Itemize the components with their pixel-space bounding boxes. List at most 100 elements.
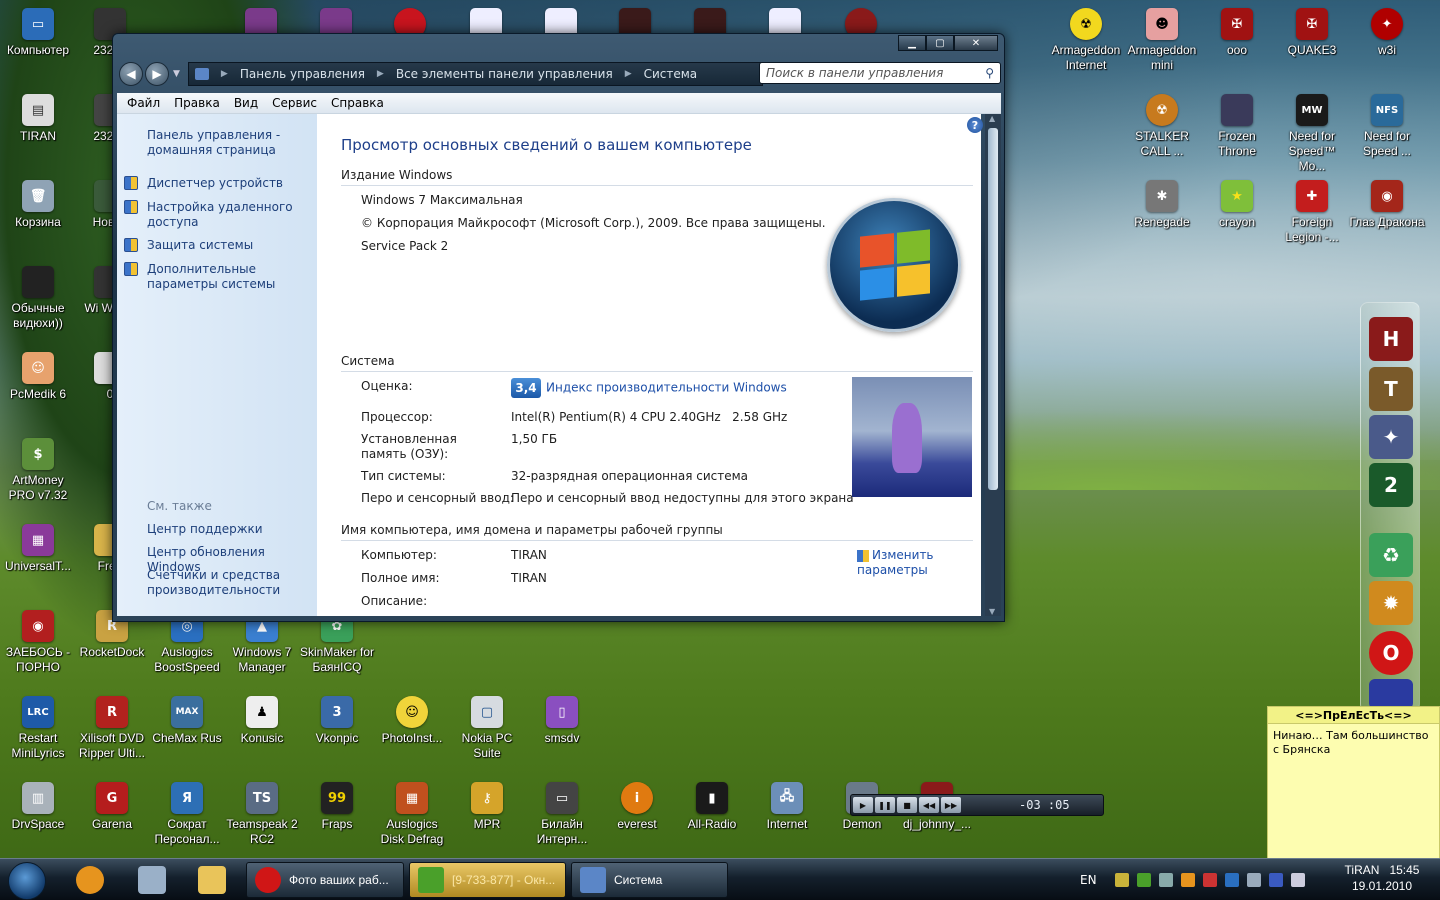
desktop-icon-sokrat[interactable]: Я Сократ Персонал... (149, 782, 225, 847)
next-button[interactable]: ▶▶ (941, 797, 961, 813)
desktop-icon-arm-internet[interactable]: ☢ Armageddon Internet (1048, 8, 1124, 73)
desktop-icon-smsdv[interactable]: ▯ smsdv (524, 696, 600, 746)
tray-shield-icon[interactable] (1202, 873, 1217, 887)
desktop-icon-everest[interactable]: i everest (599, 782, 675, 832)
control-panel-home-link[interactable]: Панель управления - домашняя страница (147, 128, 317, 158)
aimp-icon[interactable] (76, 866, 104, 894)
opera-icon[interactable]: O (1369, 631, 1413, 675)
menu-help[interactable]: Справка (331, 96, 384, 110)
desktop-icon-allradio[interactable]: ▮ All-Radio (674, 782, 750, 832)
desktop-icon-drvspace[interactable]: ▥ DrvSpace (0, 782, 76, 832)
task-icq[interactable]: [9-733-877] - Окн... (409, 862, 566, 898)
breadcrumb-control-panel[interactable]: Панель управления (240, 67, 365, 81)
fire-icon[interactable]: ✹ (1369, 581, 1413, 625)
language-indicator[interactable]: EN (1080, 873, 1097, 887)
system-protection-link[interactable]: Защита системы (124, 238, 317, 253)
media-tray-icon[interactable] (1180, 873, 1195, 887)
previous-button[interactable]: ◀◀ (919, 797, 939, 813)
sticky-note[interactable]: <=>ПрЕлЕсТь<=> Нинаю… Там большинство с … (1267, 706, 1440, 859)
desktop-icon-teamspeak[interactable]: TS Teamspeak 2 RC2 (224, 782, 300, 847)
recent-pages-chevron-icon[interactable]: ▼ (173, 69, 180, 79)
menu-edit[interactable]: Правка (174, 96, 220, 110)
desktop-icon-videos[interactable]: Обычные видюхи)) (0, 266, 76, 331)
clock[interactable]: TiRAN 15:45 19.01.2010 (1336, 862, 1428, 894)
desktop-icon-arm-mini[interactable]: ☻ Armageddon mini (1124, 8, 1200, 73)
network-tray-icon[interactable] (1246, 873, 1261, 887)
help-icon[interactable]: ? (967, 117, 983, 133)
desktop-icon-computer[interactable]: ▭ Компьютер (0, 8, 76, 58)
heroes-icon[interactable]: H (1369, 317, 1413, 361)
explorer-icon[interactable] (198, 866, 226, 894)
address-bar[interactable]: ▶ Панель управления ▶ Все элементы панел… (187, 62, 763, 86)
breadcrumb-system[interactable]: Система (644, 67, 698, 81)
play-button[interactable]: ▶ (853, 797, 873, 813)
task-system[interactable]: Система (571, 862, 728, 898)
desktop-icon-photoinst[interactable]: ☺ PhotoInst... (374, 696, 450, 746)
breadcrumb-all-items[interactable]: Все элементы панели управления (396, 67, 613, 81)
recycle-gadget-icon[interactable]: ♻ (1369, 533, 1413, 577)
tray-settings-icon[interactable] (1158, 873, 1173, 887)
desktop-icon-mpr[interactable]: ⚷ MPR (449, 782, 525, 832)
action-center-link[interactable]: Центр поддержки (147, 522, 317, 537)
scroll-up-icon[interactable]: ▲ (989, 114, 995, 123)
desktop-icon-artmoney[interactable]: $ ArtMoney PRO v7.32 (0, 438, 76, 503)
desktop-icon-restart-minilyrics[interactable]: LRC Restart MiniLyrics (0, 696, 76, 761)
performance-tools-link[interactable]: Счетчики и средства производительности (147, 568, 317, 598)
desktop-icon-nfs-mw[interactable]: MW Need for Speed™ Mo... (1274, 94, 1350, 174)
search-icon[interactable]: ⚲ (985, 66, 994, 80)
vertical-scrollbar[interactable]: ▲ ▼ (985, 114, 1001, 616)
game-2-icon[interactable]: 2 (1369, 463, 1413, 507)
desktop-icon-stalker[interactable]: ☢ STALKER CALL ... (1124, 94, 1200, 159)
desktop-icon-auslogics-dd[interactable]: ▦ Auslogics Disk Defrag (374, 782, 450, 847)
desktop-icon-foreign[interactable]: ✚ Foreign Legion -... (1274, 180, 1350, 245)
scrollbar-thumb[interactable] (988, 128, 998, 490)
performance-index-link[interactable]: Индекс производительности Windows (546, 381, 787, 395)
desktop-icon-frozen[interactable]: Frozen Throne (1199, 94, 1275, 159)
desktop-icon-vkonpic[interactable]: 3 Vkonpic (299, 696, 375, 746)
desktop-icon-garena[interactable]: G Garena (74, 782, 150, 832)
volume-icon[interactable] (1290, 873, 1305, 887)
desktop-icon-crayon[interactable]: ★ crayon (1199, 180, 1275, 230)
desktop-icon-nfs[interactable]: NFS Need for Speed ... (1349, 94, 1425, 159)
task-opera[interactable]: Фото ваших раб... (246, 862, 404, 898)
rating-value[interactable]: 3,4 Индекс производительности Windows (511, 378, 787, 398)
clover-icon[interactable] (1136, 873, 1151, 887)
tray-app-icon[interactable] (1114, 873, 1129, 887)
desktop-icon-beeline[interactable]: ▭ Билайн Интерн... (524, 782, 600, 847)
desktop-icon-w3i[interactable]: ✦ w3i (1349, 8, 1425, 58)
desktop-icon-renegade[interactable]: ✱ Renegade (1124, 180, 1200, 230)
network-icon[interactable] (138, 866, 166, 894)
menu-tools[interactable]: Сервис (272, 96, 317, 110)
desktop-icon-xilisoft[interactable]: R Xilisoft DVD Ripper Ulti... (74, 696, 150, 761)
desktop-icon-chemax[interactable]: MAX CheMax Rus (149, 696, 225, 746)
pause-button[interactable]: ❚❚ (875, 797, 895, 813)
scroll-down-icon[interactable]: ▼ (989, 607, 995, 616)
tray-blue-icon[interactable] (1224, 873, 1239, 887)
desktop-icon-glaz[interactable]: ◉ Глаз Дракона (1349, 180, 1425, 230)
minimize-button[interactable]: ▁ (898, 35, 926, 51)
device-manager-link[interactable]: Диспетчер устройств (124, 176, 317, 191)
blue-orb-icon[interactable] (1369, 679, 1413, 709)
desktop-icon-ooo[interactable]: ✠ ooo (1199, 8, 1275, 58)
dragon-icon[interactable]: ✦ (1369, 415, 1413, 459)
desktop-icon-konusic[interactable]: ♟ Konusic (224, 696, 300, 746)
stop-button[interactable]: ■ (897, 797, 917, 813)
search-input[interactable]: Поиск в панели управления ⚲ (759, 62, 1001, 84)
desktop-icon-nokia[interactable]: ▢ Nokia PC Suite (449, 696, 525, 761)
back-button[interactable]: ◀ (119, 62, 143, 86)
close-button[interactable]: ✕ (954, 35, 998, 51)
desktop-icon-quake3[interactable]: ✠ QUAKE3 (1274, 8, 1350, 58)
titan-icon[interactable]: T (1369, 367, 1413, 411)
forward-button[interactable]: ▶ (145, 62, 169, 86)
start-button[interactable] (8, 862, 46, 900)
desktop-icon-fraps[interactable]: 99 Fraps (299, 782, 375, 832)
desktop-icon-pcmedik[interactable]: ☺ PcMedik 6 (0, 352, 76, 402)
remote-settings-link[interactable]: Настройка удаленного доступа (124, 200, 317, 230)
desktop-icon-internet[interactable]: 🖧 Internet (749, 782, 825, 832)
desktop-icon-recycle-bin[interactable]: 🗑 Корзина (0, 180, 76, 230)
menu-view[interactable]: Вид (234, 96, 258, 110)
desktop-icon-zabos[interactable]: ◉ ЗАЕБОСЬ - ПОРНО (0, 610, 76, 675)
advanced-settings-link[interactable]: Дополнительные параметры системы (124, 262, 317, 292)
maximize-button[interactable]: ▢ (926, 35, 954, 51)
change-settings-link[interactable]: Изменить параметры (857, 548, 947, 578)
